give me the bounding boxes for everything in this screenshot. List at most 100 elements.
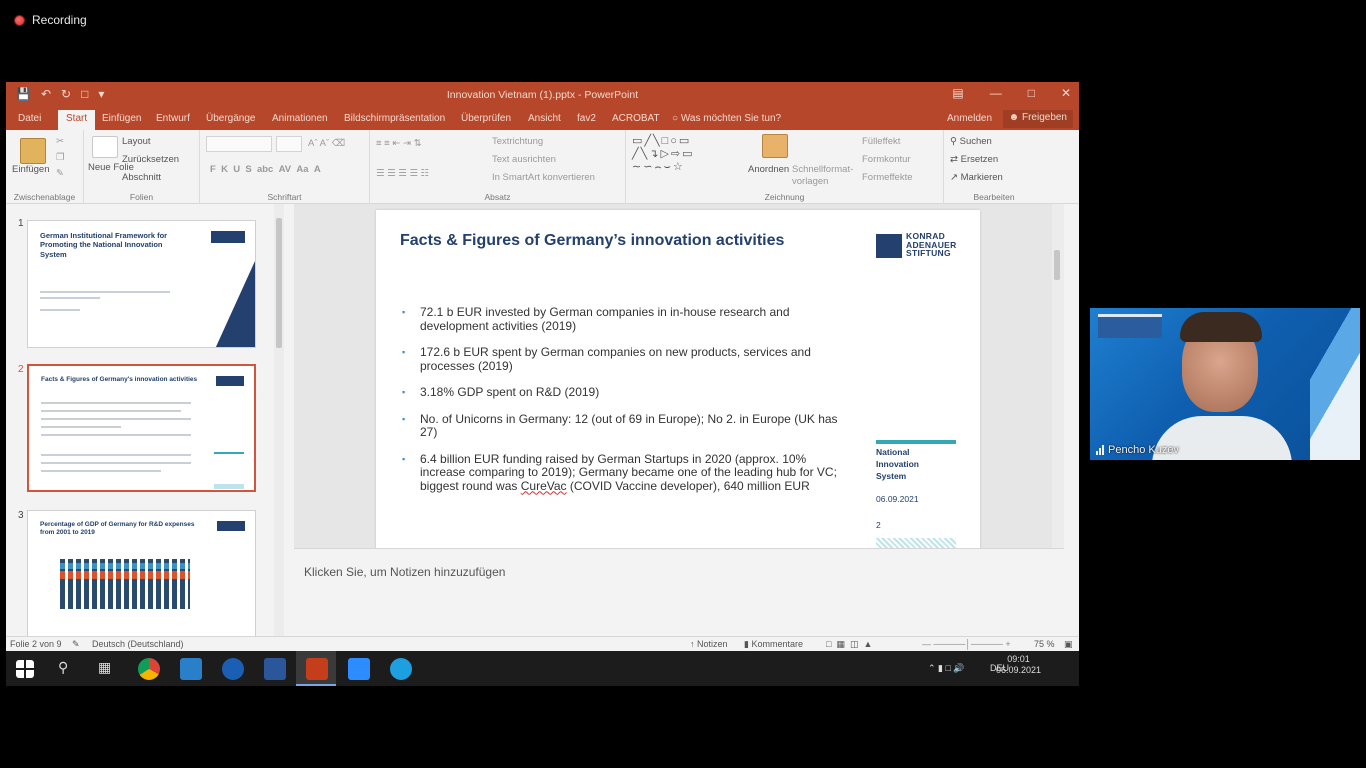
- new-slide-icon[interactable]: [92, 136, 118, 158]
- notes-button-label[interactable]: Notizen: [697, 639, 728, 649]
- close-icon[interactable]: ✕: [1061, 86, 1071, 100]
- smartart-button[interactable]: In SmartArt konvertieren: [492, 172, 595, 183]
- bar-chart-band: [60, 571, 190, 579]
- slide-thumbnail-1[interactable]: German Institutional Framework for Promo…: [27, 220, 256, 348]
- find-label[interactable]: Suchen: [960, 136, 992, 147]
- tell-me-box[interactable]: ○ Was möchten Sie tun?: [672, 113, 781, 124]
- maximize-icon[interactable]: □: [1028, 86, 1035, 100]
- cut-icon[interactable]: ✂: [56, 136, 64, 147]
- shape-outline-button[interactable]: Formkontur: [862, 154, 911, 165]
- spellcheck-status-icon[interactable]: ✎: [72, 639, 80, 650]
- tab-ueberpruefen[interactable]: Überprüfen: [461, 113, 511, 124]
- quick-styles-button[interactable]: Schnellformat-vorlagen: [792, 164, 854, 188]
- zoom-slider[interactable]: — ─────│───── +: [922, 639, 1011, 649]
- search-icon[interactable]: ⚲: [58, 659, 68, 676]
- word-icon[interactable]: [264, 658, 286, 680]
- list-icons[interactable]: ≡ ≡ ⇤ ⇥ ⇅: [376, 138, 422, 149]
- bullet-item: No. of Unicorns in Germany: 12 (out of 6…: [400, 412, 852, 440]
- comments-button-label[interactable]: Kommentare: [751, 639, 803, 649]
- slide-scrollbar[interactable]: [1052, 204, 1064, 548]
- font-name-input[interactable]: [206, 136, 272, 152]
- align-text-button[interactable]: Text ausrichten: [492, 154, 556, 165]
- font-label: Schriftart: [267, 192, 302, 202]
- chrome-icon[interactable]: [138, 658, 160, 680]
- tab-einfuegen[interactable]: Einfügen: [102, 113, 141, 124]
- tab-entwurf[interactable]: Entwurf: [156, 113, 190, 124]
- slide-thumbnail-2[interactable]: Facts & Figures of Germany's innovation …: [27, 364, 256, 492]
- tab-datei[interactable]: Datei: [18, 113, 41, 124]
- app-icon[interactable]: [180, 658, 202, 680]
- bullet-item: 72.1 b EUR invested by German companies …: [400, 305, 852, 333]
- editing-group: ⚲ Suchen ⇄ Ersetzen ↗ Markieren Bearbeit…: [944, 130, 1044, 204]
- share-button[interactable]: ☻ Freigeben: [1002, 110, 1073, 128]
- recording-dot-icon: [14, 14, 25, 26]
- slides-label: Folien: [129, 192, 154, 202]
- copy-icon[interactable]: ❐: [56, 152, 65, 163]
- internet-explorer-icon[interactable]: [390, 658, 412, 680]
- tray-icons[interactable]: ⌃ ▮ □ 🔊: [928, 663, 965, 674]
- format-painter-icon[interactable]: ✎: [56, 168, 64, 179]
- language-status[interactable]: Deutsch (Deutschland): [92, 639, 184, 649]
- shape-fill-button[interactable]: Fülleffekt: [862, 136, 900, 147]
- tab-start[interactable]: Start: [58, 110, 96, 130]
- shapes-gallery[interactable]: ▭╱╲□○▭ ╱╲↴▷⇨▭ ∼∽⌢⌣☆: [632, 134, 695, 174]
- current-slide[interactable]: Facts & Figures of Germany’s innovation …: [376, 210, 980, 550]
- participant-video-tile[interactable]: Pencho Kuzev: [1090, 308, 1360, 460]
- select-label[interactable]: Markieren: [961, 172, 1003, 183]
- align-icons[interactable]: ☰ ☰ ☰ ☰ ☷: [376, 168, 429, 179]
- side-title: National Innovation System: [876, 446, 919, 482]
- slide-thumbnail-3[interactable]: Percentage of GDP of Germany for R&D exp…: [27, 510, 256, 638]
- arrange-button[interactable]: Anordnen: [748, 164, 789, 175]
- tab-ansicht[interactable]: Ansicht: [528, 113, 561, 124]
- text-direction-button[interactable]: Textrichtung: [492, 136, 543, 147]
- tab-bildschirmpraesentation[interactable]: Bildschirmpräsentation: [344, 113, 445, 124]
- zoom-level[interactable]: 75 %: [1034, 639, 1055, 649]
- thumbnail-title: Facts & Figures of Germany's innovation …: [41, 376, 198, 383]
- tab-uebergaenge[interactable]: Übergänge: [206, 113, 255, 124]
- font-size-input[interactable]: [276, 136, 302, 152]
- replace-label[interactable]: Ersetzen: [961, 154, 999, 165]
- grow-font-icon[interactable]: Aˆ Aˇ ⌫: [308, 138, 345, 149]
- participant-name-label: Pencho Kuzev: [1096, 444, 1179, 456]
- clock-date: 06.09.2021: [995, 665, 1041, 675]
- windows-start-icon[interactable]: [16, 660, 34, 678]
- find-button: ⚲ Suchen: [950, 136, 992, 147]
- ribbon-tabs: Datei Start Einfügen Entwurf Übergänge A…: [6, 108, 1079, 130]
- notes-placeholder: Klicken Sie, um Notizen hinzuzufügen: [304, 565, 506, 579]
- spellcheck-flagged-word: CureVac: [520, 478, 567, 493]
- clipboard-label: Zwischenablage: [13, 192, 76, 202]
- replace-button: ⇄ Ersetzen: [950, 154, 998, 165]
- shape-effects-button[interactable]: Formeffekte: [862, 172, 913, 183]
- view-buttons[interactable]: □ ▦ ◫ ▲: [826, 639, 872, 650]
- task-view-icon[interactable]: ▦: [98, 659, 111, 676]
- slide-scroll-thumb[interactable]: [1054, 250, 1060, 280]
- paste-button[interactable]: Einfügen: [12, 164, 50, 175]
- tab-animationen[interactable]: Animationen: [272, 113, 328, 124]
- bullet-text: (COVID Vaccine developer), 640 million E…: [566, 478, 810, 493]
- section-button[interactable]: Abschnitt: [122, 172, 161, 183]
- arrange-icon[interactable]: [762, 134, 788, 158]
- paste-icon[interactable]: [20, 138, 46, 164]
- zoom-icon[interactable]: [348, 658, 370, 680]
- thumbnail-scrollbar[interactable]: [274, 204, 284, 636]
- side-rule: [214, 452, 244, 454]
- layout-button[interactable]: Layout: [122, 136, 151, 147]
- notes-icon: ↑: [690, 639, 695, 649]
- notes-pane[interactable]: Klicken Sie, um Notizen hinzuzufügen: [294, 548, 1064, 636]
- browser-icon[interactable]: [222, 658, 244, 680]
- powerpoint-icon[interactable]: [306, 658, 328, 680]
- minimize-icon[interactable]: —: [990, 86, 1002, 100]
- format-icons[interactable]: F K U S abc AV Aa A: [210, 164, 321, 175]
- tab-acrobat[interactable]: ACROBAT: [612, 113, 660, 124]
- font-group: Aˆ Aˇ ⌫ F K U S abc AV Aa A Schriftart: [200, 130, 370, 204]
- clock[interactable]: 09:01 06.09.2021: [996, 654, 1041, 676]
- reset-button[interactable]: Zurücksetzen: [122, 154, 179, 165]
- sign-in-link[interactable]: Anmelden: [947, 113, 992, 124]
- slide-thumbnail-panel: 1 German Institutional Framework for Pro…: [6, 204, 294, 638]
- tab-fav2[interactable]: fav2: [577, 113, 596, 124]
- thumbnail-scroll-thumb[interactable]: [276, 218, 282, 348]
- fit-slide-icon[interactable]: ▣: [1064, 639, 1073, 650]
- ribbon-display-icon[interactable]: ▤: [952, 86, 963, 100]
- thumbnail-number: 2: [18, 364, 24, 375]
- logo-icon: [217, 521, 245, 531]
